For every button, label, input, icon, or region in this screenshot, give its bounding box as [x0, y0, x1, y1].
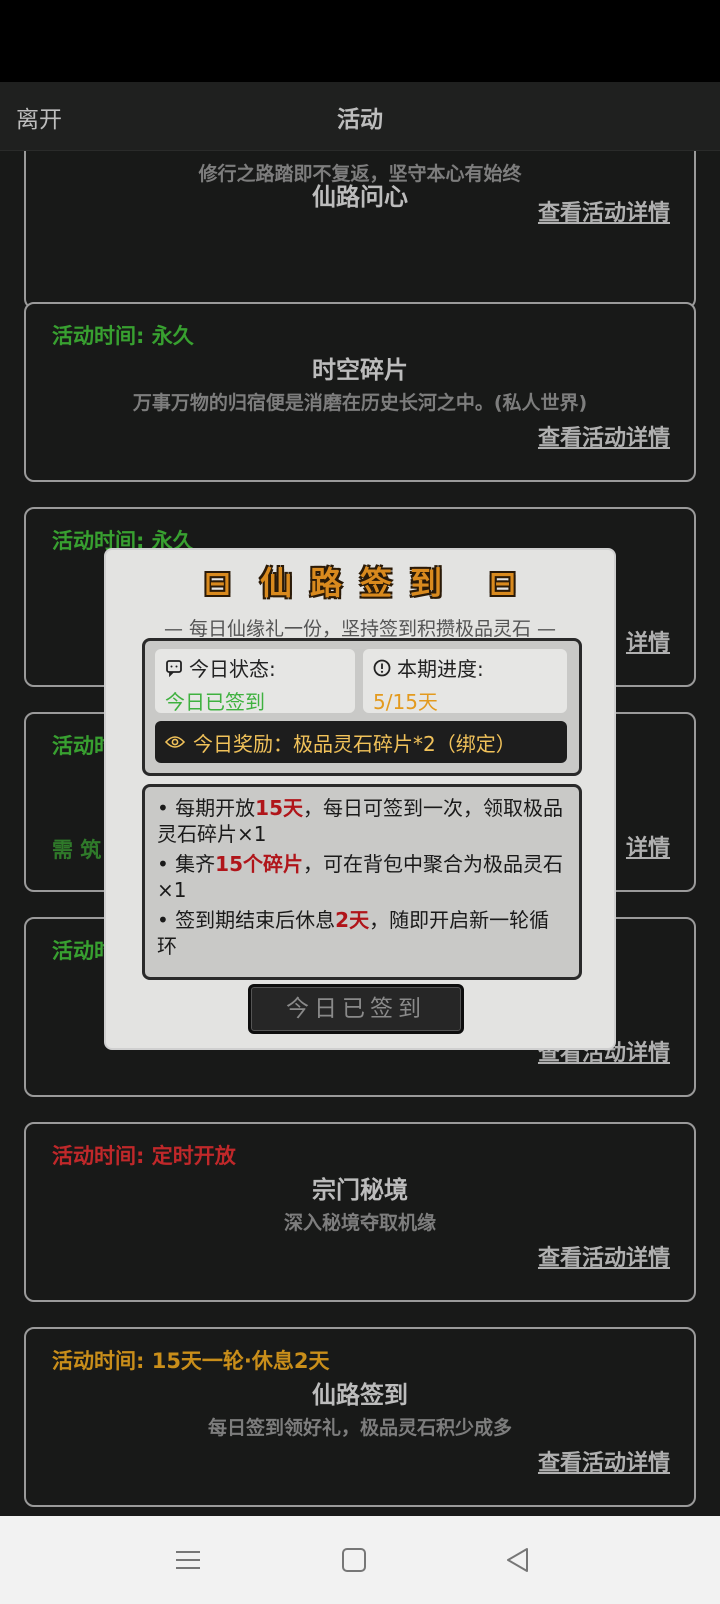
page-title: 活动 — [337, 107, 383, 133]
progress-box: 本期进度: 5/15天 — [363, 649, 567, 714]
activity-time: 活动时间: 定时开放 — [52, 1144, 236, 1168]
top-bar: 离开 活动 — [0, 82, 720, 151]
activity-card: 活动时间: 永久 时空碎片 万事万物的归宿便是消磨在历史长河之中。(私人世界) … — [24, 302, 696, 482]
system-navigation-bar — [0, 1516, 720, 1604]
status-value: 今日已签到 — [165, 690, 265, 714]
progress-value: 5/15天 — [373, 690, 438, 714]
activity-card: 活动时间: 15天一轮·休息2天 仙路签到 每日签到领好礼，极品灵石积少成多 查… — [24, 1327, 696, 1507]
view-details-link[interactable]: 查看活动详情 — [538, 195, 670, 227]
activity-name: 宗门秘境 — [312, 1176, 408, 1204]
activity-desc: 深入秘境夺取机缘 — [283, 1212, 436, 1234]
activity-card: 仙路问心 修行之路踏即不复返，坚守本心有始终 查看活动详情 — [24, 151, 696, 309]
view-details-link[interactable]: 查看活动详情 — [538, 1240, 670, 1272]
status-label: 今日状态: — [189, 657, 276, 681]
activity-desc: 每日签到领好礼，极品灵石积少成多 — [207, 1417, 512, 1439]
activity-requirement: 需 筑 — [52, 838, 102, 862]
today-reward: 今日奖励：极品灵石碎片*2（绑定） — [155, 721, 567, 763]
reward-text: 今日奖励：极品灵石碎片*2（绑定） — [193, 731, 516, 756]
home-square-icon[interactable] — [338, 1544, 370, 1576]
activity-name: 时空碎片 — [312, 356, 408, 384]
title-ornament-icon: ⊟ — [489, 564, 516, 602]
view-details-link[interactable]: 查看活动详情 — [538, 1445, 670, 1477]
view-details-link[interactable]: 详情 — [626, 830, 670, 862]
rule-item: • 签到期结束后休息2天，随即开启新一轮循环 — [157, 908, 550, 958]
today-status-box: 今日状态: 今日已签到 — [155, 649, 355, 714]
activity-desc: 万事万物的归宿便是消磨在历史长河之中。(私人世界) — [132, 392, 588, 414]
activity-time: 活动时间: 永久 — [52, 324, 194, 348]
menu-icon[interactable] — [172, 1544, 204, 1576]
view-details-link[interactable]: 详情 — [626, 625, 670, 657]
eye-icon — [165, 736, 185, 748]
activity-time: 活动时间: 15天一轮·休息2天 — [52, 1349, 330, 1373]
sign-in-dialog: ⊟ 仙路签到 ⊟ — 每日仙缘礼一份，坚持签到积攒极品灵石 — 今日状态: 今日… — [104, 548, 616, 1050]
chat-icon — [166, 659, 182, 677]
view-details-link[interactable]: 查看活动详情 — [538, 420, 670, 452]
alert-circle-icon — [373, 659, 391, 676]
progress-label: 本期进度: — [397, 657, 484, 681]
dialog-title-row: ⊟ 仙路签到 ⊟ — [106, 558, 614, 604]
rule-item: • 集齐15个碎片，可在背包中聚合为极品灵石×1 — [157, 852, 563, 902]
status-bar — [0, 0, 720, 82]
title-ornament-icon: ⊟ — [204, 564, 231, 602]
rule-item: • 每期开放15天，每日可签到一次，领取极品灵石碎片×1 — [157, 796, 563, 846]
activity-card: 活动时间: 定时开放 宗门秘境 深入秘境夺取机缘 查看活动详情 — [24, 1122, 696, 1302]
activity-desc: 修行之路踏即不复返，坚守本心有始终 — [198, 163, 522, 185]
rules-panel: • 每期开放15天，每日可签到一次，领取极品灵石碎片×1 • 集齐15个碎片，可… — [142, 784, 582, 980]
dialog-subtitle: — 每日仙缘礼一份，坚持签到积攒极品灵石 — — [163, 618, 557, 640]
sign-in-button[interactable]: 今日已签到 — [248, 984, 464, 1034]
activity-name: 仙路签到 — [312, 1381, 408, 1409]
status-panel: 今日状态: 今日已签到 本期进度: 5/15天 今日奖励：极品灵石碎片*2（绑定… — [142, 638, 582, 776]
dialog-title: 仙路签到 — [259, 564, 460, 602]
back-triangle-icon[interactable] — [502, 1544, 534, 1576]
